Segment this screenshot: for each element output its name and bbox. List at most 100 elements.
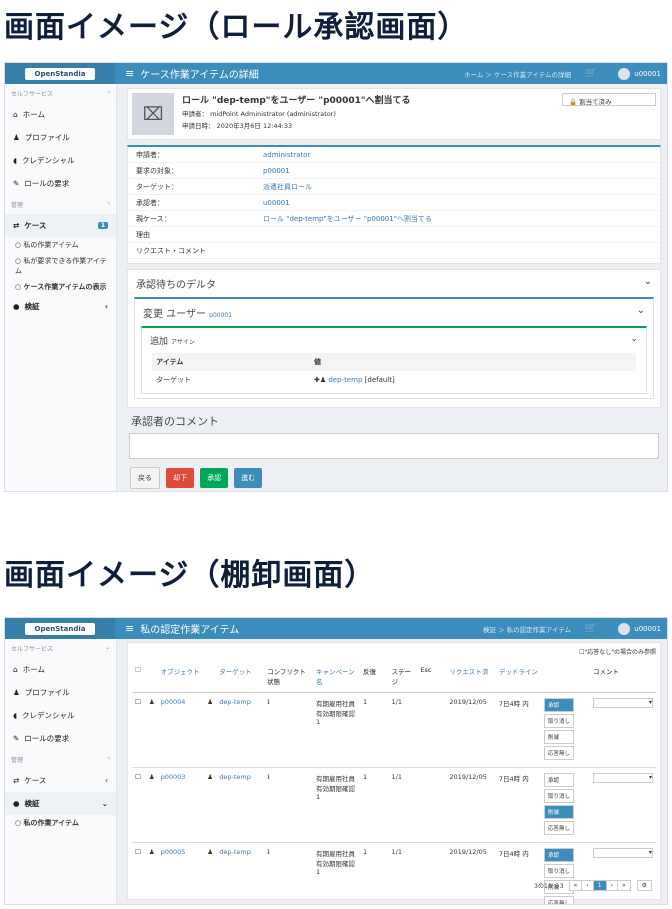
case-title: ロール "dep-temp"をユーザー "p00001"へ割当てる <box>182 96 411 106</box>
row-checkbox[interactable]: ☐ <box>132 692 146 768</box>
certification-screen: OpenStandia ≡ 私の認定作業アイテム 検証 ＞ 私の認定作業アイテム… <box>4 617 668 905</box>
sync-icon: ⇄ <box>13 776 20 785</box>
target-link[interactable]: 派遣社員ロール <box>263 182 312 192</box>
approver-link[interactable]: u00001 <box>263 199 290 207</box>
filter-checkbox[interactable]: ☐"応答なし"の場合のみ参照 <box>132 647 656 656</box>
requester-link[interactable]: administrator <box>263 151 310 159</box>
cart-icon[interactable]: 🛒 <box>585 623 597 634</box>
logo[interactable]: OpenStandia <box>5 63 115 84</box>
row-checkbox[interactable]: ☐ <box>132 842 146 904</box>
breadcrumb[interactable]: 検証 ＞ 私の認定作業アイテム <box>483 624 571 634</box>
table-row: ☐ ♟ p00005 ♟ dep-temp ℹ 有期雇用社員有効期限確認1 1 1/1 … <box>132 842 656 904</box>
sidebar-sub-claimable[interactable]: ○ 私が要求できる作業アイテム <box>5 253 116 279</box>
forward-button[interactable]: 進む <box>234 468 263 488</box>
add-assignment-header[interactable]: 追加 アサイン ⌄ <box>142 328 646 353</box>
cart-icon[interactable]: 🛒 <box>585 68 597 79</box>
revoke-button[interactable]: 取り消し <box>544 789 575 803</box>
user-menu[interactable]: u00001 <box>618 622 661 635</box>
change-user-header[interactable]: 変更 ユーザー p00001 ⌄ <box>135 299 653 326</box>
target-link[interactable]: dep-temp <box>219 773 251 781</box>
top-bar: OpenStandia ≡ 私の認定作業アイテム 検証 ＞ 私の認定作業アイテム… <box>5 618 667 639</box>
no-response-button[interactable]: 応答無し <box>544 821 575 835</box>
breadcrumb[interactable]: ホーム ＞ ケース作業アイテムの詳細 <box>464 69 571 79</box>
object-link[interactable]: p00001 <box>263 167 290 175</box>
sidebar-item-home[interactable]: ⌂ ホーム <box>5 103 116 126</box>
approval-screen: OpenStandia ≡ ケース作業アイテムの詳細 ホーム ＞ ケース作業アイ… <box>4 62 668 492</box>
pagination: 3の1から3 «‹ 1 ›» ⚙ <box>534 880 652 891</box>
page-button[interactable]: 1 <box>592 880 607 891</box>
assignment-value-link[interactable]: dep-temp <box>328 376 362 384</box>
comment-select[interactable]: ▾ <box>593 698 653 708</box>
chevron-down-icon: ⌄ <box>630 334 638 344</box>
menu-toggle-icon[interactable]: ≡ <box>125 67 134 80</box>
object-link[interactable]: p00004 <box>161 698 186 706</box>
comment-select[interactable]: ▾ <box>593 773 653 783</box>
revoke-button[interactable]: 取り消し <box>544 714 575 728</box>
sidebar-item-credentials[interactable]: ◖ クレデンシャル <box>5 149 116 172</box>
sidebar-sub-view-case-work[interactable]: ○ ケース作業アイテムの表示 <box>5 279 116 295</box>
accept-button[interactable]: 承認 <box>544 773 575 787</box>
requester: 申請者： midPoint Administrator (administrat… <box>182 110 336 118</box>
page-title: 私の認定作業アイテム <box>140 625 240 636</box>
change-target-link[interactable]: p00001 <box>209 312 232 319</box>
sync-icon: ⇄ <box>13 221 20 230</box>
sidebar-item-case[interactable]: ⇄ ケース ‹ <box>5 769 116 792</box>
gear-icon[interactable]: ⚙ <box>636 880 652 891</box>
sidebar-item-case[interactable]: ⇄ ケース 1 <box>5 214 116 237</box>
sidebar-item-request-role[interactable]: ✎ ロールの要求 <box>5 727 116 750</box>
target-link[interactable]: dep-temp <box>219 848 251 856</box>
sidebar-item-profile[interactable]: ♟ プロファイル <box>5 681 116 704</box>
shield-icon: ◖ <box>13 156 17 165</box>
reduce-button[interactable]: 削減 <box>544 730 575 744</box>
revoke-button[interactable]: 取り消し <box>544 864 575 878</box>
logo[interactable]: OpenStandia <box>5 618 115 639</box>
menu-toggle-icon[interactable]: ≡ <box>125 622 134 635</box>
no-response-button[interactable]: 応答無し <box>544 896 575 904</box>
info-icon: ℹ <box>264 692 313 768</box>
edit-icon: ✎ <box>13 734 20 743</box>
page-heading-approval: 画面イメージ（ロール承認画面） <box>4 10 469 45</box>
no-response-button[interactable]: 応答無し <box>544 746 575 760</box>
info-icon: ℹ <box>264 767 313 843</box>
accept-button[interactable]: 承認 <box>544 848 575 862</box>
reduce-button[interactable]: 削減 <box>544 805 575 819</box>
table-row: ☐ ♟ p00003 ♟ dep-temp ℹ 有期雇用社員有効期限確認1 1 1/1 … <box>132 767 656 843</box>
shield-icon: ◖ <box>13 711 17 720</box>
last-page-button[interactable]: » <box>616 880 631 891</box>
accept-button[interactable]: 承認 <box>544 698 575 712</box>
edit-icon: ✎ <box>13 179 20 188</box>
sidebar-item-verify[interactable]: ● 検証 ⌄ <box>5 792 116 815</box>
sidebar-item-home[interactable]: ⌂ ホーム <box>5 658 116 681</box>
user-menu[interactable]: u00001 <box>618 67 661 80</box>
work-items-table: ☐ オブジェクト ターゲット コンフリクト状態 キャンペーン名 反復 ステージ … <box>132 660 656 904</box>
page-title: ケース作業アイテムの詳細 <box>140 70 259 81</box>
avatar <box>618 67 631 80</box>
object-link[interactable]: p00005 <box>161 848 186 856</box>
approve-button[interactable]: 承認 <box>200 468 229 488</box>
first-page-button[interactable]: « <box>568 880 583 891</box>
reject-button[interactable]: 却下 <box>166 468 195 488</box>
sidebar-item-credentials[interactable]: ◖ クレデンシャル <box>5 704 116 727</box>
sidebar: セルフサービス ‹ ⌂ ホーム ♟ プロファイル ◖ クレデンシャル ✎ ロールの要求 管… <box>5 84 117 491</box>
sidebar-item-verify[interactable]: ● 検証 ‹ <box>5 295 116 318</box>
comment-textarea[interactable] <box>129 433 659 459</box>
sidebar-sub-my-work[interactable]: ○ 私の作業アイテム <box>5 815 116 831</box>
row-checkbox[interactable]: ☐ <box>132 767 146 843</box>
sidebar-item-request-role[interactable]: ✎ ロールの要求 <box>5 172 116 195</box>
inbox-icon: ⌧ <box>132 93 174 135</box>
avatar <box>618 622 631 635</box>
parent-case-link[interactable]: ロール "dep-temp"をユーザー "p00001"へ割当てる <box>263 214 432 224</box>
back-button[interactable]: 戻る <box>130 467 160 489</box>
target-link[interactable]: dep-temp <box>219 698 251 706</box>
sidebar-item-profile[interactable]: ♟ プロファイル <box>5 126 116 149</box>
case-header: ⌧ ロール "dep-temp"をユーザー "p00001"へ割当てる 申請者：… <box>127 88 661 140</box>
delta-box: 承認待ちのデルタ ⌄ 変更 ユーザー p00001 ⌄ 追加 アサイン ⌄ アイテム値… <box>127 269 661 408</box>
delta-header[interactable]: 承認待ちのデルタ ⌄ <box>128 270 660 297</box>
home-icon: ⌂ <box>13 665 18 674</box>
sidebar-sub-my-work[interactable]: ○ 私の作業アイテム <box>5 237 116 253</box>
chevron-down-icon: ⌄ <box>636 305 645 316</box>
comment-select[interactable]: ▾ <box>593 848 653 858</box>
home-icon: ⌂ <box>13 110 18 119</box>
request-date: 申請日時： 2020年3月6日 12:44:33 <box>182 122 293 130</box>
object-link[interactable]: p00003 <box>161 773 186 781</box>
